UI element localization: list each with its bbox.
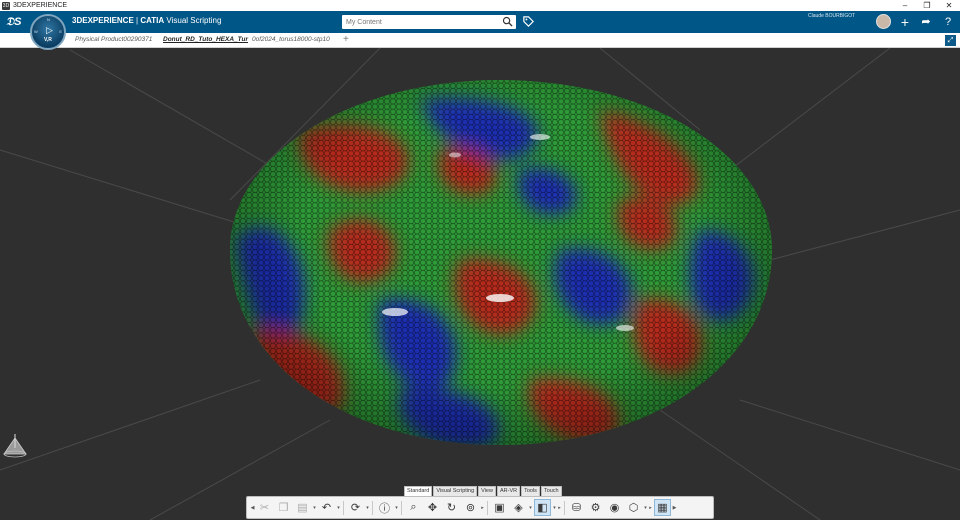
play-icon[interactable]: ▷ [46,25,53,36]
help-menu-icon[interactable]: ▾ [394,505,399,511]
material-icon[interactable]: ⬡ [625,499,642,516]
separator [564,500,565,515]
zoom-icon[interactable]: ⌕ [405,499,422,516]
tab-torus[interactable]: 0of2024_torus18000-stp10 [252,36,330,43]
cube-icon[interactable]: ◧ [534,499,551,516]
expand-icon[interactable]: ⤢ [945,35,956,46]
search-box[interactable] [342,15,516,29]
window-controls: – ❐ ✕ [894,0,960,11]
compass-west: W [34,29,38,34]
more-icon[interactable]: ▦ [654,499,671,516]
render-icon[interactable]: ◈ [510,499,527,516]
scroll-more-icon[interactable]: ▸ [648,505,653,511]
search-icon[interactable] [502,16,513,27]
plus-icon[interactable]: + [897,14,913,30]
tab-touch[interactable]: Touch [540,486,562,496]
ds-logo-icon[interactable]: 𝔇S [6,14,24,30]
tab-standard[interactable]: Standard [404,486,433,496]
help-icon[interactable]: ⓘ [376,499,393,516]
compass-east: E [59,29,62,34]
torus-mesh[interactable] [220,70,780,460]
share-icon[interactable]: ➦ [918,14,934,30]
separator [343,500,344,515]
undo-icon[interactable]: ↶ [318,499,335,516]
tab-physical-product[interactable]: Physical Product00290371 [75,36,152,43]
window-title: 3DEXPERIENCE [13,2,68,9]
scroll-left-icon[interactable]: ◀ [250,505,255,511]
brand-platform: 3DEXPERIENCE [72,16,134,25]
settings-icon[interactable]: ⚙ [587,499,604,516]
palette-icon[interactable]: ◉ [606,499,623,516]
compass-label: V,R [44,37,52,43]
orientation-axis-icon[interactable] [0,434,30,460]
separator [372,500,373,515]
copy-icon[interactable]: ❐ [275,499,292,516]
pan-icon[interactable]: ✥ [424,499,441,516]
db-icon[interactable]: ⛁ [568,499,585,516]
render-menu-icon[interactable]: ▾ [528,505,533,511]
update-menu-icon[interactable]: ▾ [365,505,370,511]
separator [487,500,488,515]
compass-widget[interactable]: N W E ▷ V,R [30,14,66,50]
tab-donut[interactable]: Donut_RD_Tuto_HEXA_Tur [163,36,248,43]
rotate-icon[interactable]: ↻ [443,499,460,516]
scene-canvas[interactable] [0,48,960,520]
help-icon[interactable]: ? [940,14,956,30]
action-bar: ◀ ✂ ❐ ▤ ▾ ↶ ▾ ⟳ ▾ ⓘ ▾ ⌕ ✥ ↻ ⊚ ▸ ▣ ◈ ▾ ◧ … [246,496,714,519]
compass-north: N [47,17,50,22]
tab-visual-scripting[interactable]: Visual Scripting [433,486,478,496]
maximize-button[interactable]: ❐ [916,0,938,11]
user-name[interactable]: Claude BOURBIGOT [808,13,855,19]
3d-viewport[interactable] [0,48,960,520]
fit-menu-icon[interactable]: ▸ [480,505,485,511]
capture-icon[interactable]: ▣ [491,499,508,516]
scroll-mid-icon[interactable]: ▸ [557,505,562,511]
tag-icon[interactable] [522,15,535,28]
update-icon[interactable]: ⟳ [347,499,364,516]
search-input[interactable] [346,16,496,28]
close-button[interactable]: ✕ [938,0,960,11]
avatar[interactable] [876,14,891,29]
paste-icon[interactable]: ▤ [294,499,311,516]
tab-ar-vr[interactable]: AR-VR [496,486,521,496]
brand-module: Visual Scripting [164,16,222,25]
minimize-button[interactable]: – [894,0,916,11]
tab-tools[interactable]: Tools [521,486,540,496]
app-icon: 3D [2,1,10,10]
paste-menu-icon[interactable]: ▾ [312,505,317,511]
top-bar: 𝔇S 3DEXPERIENCE | CATIA Visual Scripting… [0,11,960,33]
document-tab-strip: Physical Product00290371 Donut_RD_Tuto_H… [0,33,960,48]
scroll-right-icon[interactable]: ▶ [672,505,677,511]
tab-view[interactable]: View [478,486,496,496]
separator [401,500,402,515]
scissors-icon[interactable]: ✂ [256,499,273,516]
add-tab-icon[interactable]: + [343,34,349,45]
undo-menu-icon[interactable]: ▾ [336,505,341,511]
brand-app: CATIA [140,16,165,25]
fit-icon[interactable]: ⊚ [462,499,479,516]
action-bar-tabs: Standard Visual Scripting View AR-VR Too… [404,486,563,496]
window-titlebar: 3D 3DEXPERIENCE – ❐ ✕ [0,0,960,11]
app-brand: 3DEXPERIENCE | CATIA Visual Scripting [72,16,221,25]
